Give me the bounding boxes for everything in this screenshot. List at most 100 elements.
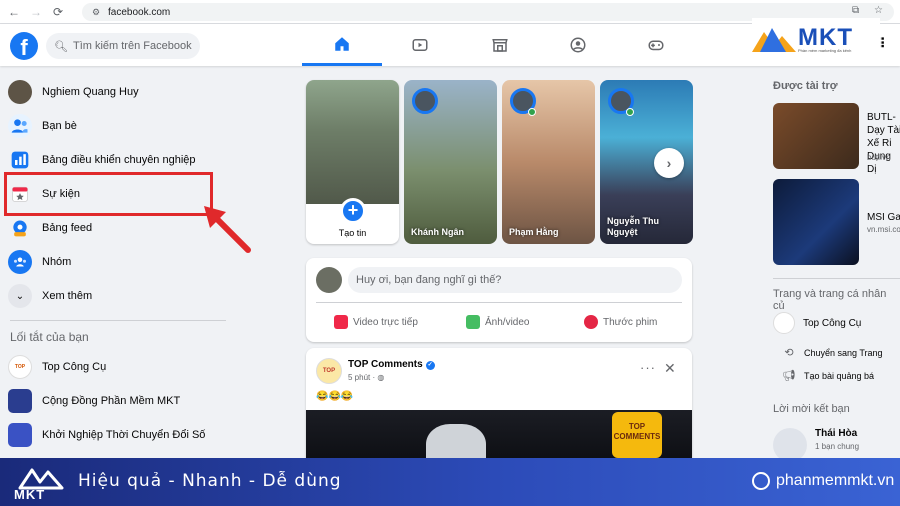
reload-icon[interactable]: ⟳ (50, 4, 66, 20)
post-author-text: TOP Comments (348, 359, 423, 370)
ad-thumbnail (773, 179, 859, 265)
composer-input[interactable]: Huy ơi, bạn đang nghĩ gì thế? (348, 267, 682, 293)
live-video-button[interactable]: Video trực tiếp (334, 312, 418, 332)
create-story-card[interactable]: + Tạo tin (306, 80, 399, 244)
photo-video-button[interactable]: Ảnh/video (466, 312, 529, 332)
post-text: 😂😂😂 (316, 391, 354, 402)
sidebar-item-feeds[interactable]: Bảng feed (8, 211, 92, 245)
pages-title: Trang và trang cá nhân củ (773, 288, 887, 312)
video-icon (412, 39, 428, 51)
megaphone-icon: 📢︎ (782, 370, 796, 382)
post-author-name[interactable]: TOP Comments ✓ (348, 359, 435, 370)
friend-requests-title: Lời mời kết bạn (773, 403, 850, 415)
close-icon[interactable]: ✕ (664, 360, 676, 377)
url-text: facebook.com (108, 6, 171, 18)
top-cong-cu-avatar: TOP (8, 355, 32, 379)
nav-watch-tab[interactable] (380, 24, 460, 66)
stories-tray: + Tạo tin Khánh Ngân Phạm Hằng Nguyễn Th… (306, 80, 693, 244)
ad-domain: vn.msi.com (867, 225, 900, 234)
post-time-text: 5 phút · (348, 373, 376, 382)
banner-logo-text: MKT (14, 487, 46, 502)
mkt-promo-banner: MKT Hiệu quả - Nhanh - Dễ dùng phanmemmk… (0, 458, 900, 506)
home-icon (335, 36, 349, 51)
shortcut-item[interactable]: Khởi Nghiệp Thời Chuyển Đổi Số (8, 418, 205, 452)
facebook-logo-icon[interactable]: f (10, 32, 38, 60)
mkt-logo-subtext: Phần mềm marketing đa kênh (798, 48, 852, 53)
sidebar-item-groups[interactable]: Nhóm (8, 245, 71, 279)
shortcut-item[interactable]: TOP Top Công Cụ (8, 350, 106, 384)
story-name: Khánh Ngân (411, 227, 464, 237)
shortcuts-title: Lối tắt của bạn (10, 330, 89, 344)
groups-icon (8, 250, 32, 274)
reels-label: Thước phim (603, 316, 658, 328)
chevron-right-icon: › (666, 155, 672, 171)
story-name: Phạm Hằng (509, 227, 559, 237)
marketplace-icon (492, 39, 508, 52)
shortcut-item[interactable]: Cộng Đồng Phần Mềm MKT (8, 384, 180, 418)
sponsored-ad[interactable]: MSI Ga vn.msi.com (773, 179, 900, 265)
mkt-logo-text: MKT (798, 24, 853, 51)
user-avatar (316, 267, 342, 293)
forward-icon[interactable]: → (28, 4, 44, 20)
sidebar-item-friends[interactable]: Bạn bè (8, 109, 77, 143)
friends-icon (8, 114, 32, 138)
create-promotion-button[interactable]: 📢︎ Tạo bài quảng bá (782, 369, 874, 383)
nav-groups-tab[interactable] (538, 24, 618, 66)
sidebar-item-see-more[interactable]: ⌄ Xem thêm (8, 279, 92, 313)
switch-page-button[interactable]: ⟲ Chuyển sang Trang (782, 346, 883, 360)
ad-domain: butl.vn (867, 153, 891, 162)
page-item[interactable]: Top Công Cụ (773, 312, 861, 334)
profile-avatar (8, 80, 32, 104)
right-divider (773, 278, 900, 279)
banner-website: phanmemmkt.vn (752, 472, 894, 490)
switch-page-label: Chuyển sang Trang (804, 348, 883, 358)
friend-request-name: Thái Hòa (815, 428, 858, 439)
story-card[interactable]: Phạm Hằng (502, 80, 595, 244)
ad-title: MSI Ga (867, 212, 900, 223)
nav-gaming-tab[interactable] (616, 24, 696, 66)
groups-icon (570, 37, 586, 53)
install-icon[interactable]: ⧉ (852, 5, 859, 16)
page-name: Top Công Cụ (803, 317, 862, 329)
more-options-icon[interactable]: ··· (640, 360, 656, 375)
nav-home-tab[interactable] (302, 24, 382, 66)
online-status-dot (528, 108, 536, 116)
bookmark-star-icon[interactable]: ☆ (874, 5, 883, 16)
photo-icon (466, 315, 480, 329)
globe-icon: ◍ (377, 373, 385, 382)
site-info-icon[interactable]: ⚙ (88, 7, 104, 18)
nav-marketplace-tab[interactable] (460, 24, 540, 66)
sponsored-ad[interactable]: BUTL- Dạy Tài Xế Ri Dụng Dị butl.vn (773, 103, 900, 175)
ad-title: BUTL- Dạy Tài Xế Ri Dụng Dị (867, 112, 900, 175)
events-highlight-box (4, 172, 213, 216)
back-icon[interactable]: ← (6, 4, 22, 20)
gaming-icon (648, 40, 664, 51)
shortcut-label: Cộng Đồng Phần Mềm MKT (42, 395, 181, 407)
post-author-avatar[interactable]: TOP (316, 358, 342, 384)
live-video-icon (334, 315, 348, 329)
post-time: 5 phút · ◍ (348, 373, 384, 382)
red-pointer-arrow (204, 206, 251, 253)
top-comments-badge: TOP COMMENTS (612, 412, 662, 458)
story-name: Nguyễn Thu Nguyệt (607, 216, 659, 237)
post-composer: Huy ơi, bạn đang nghĩ gì thế? Video trực… (306, 258, 692, 342)
reels-icon (584, 315, 598, 329)
story-card[interactable]: Khánh Ngân (404, 80, 497, 244)
sidebar-divider (10, 320, 226, 321)
stories-next-button[interactable]: › (654, 148, 684, 178)
online-status-dot (626, 108, 634, 116)
photo-video-label: Ảnh/video (485, 316, 530, 328)
switch-profile-icon: ⟲ (784, 347, 794, 359)
chevron-down-icon: ⌄ (8, 284, 32, 308)
shortcut-label: Khởi Nghiệp Thời Chuyển Đổi Số (42, 429, 206, 441)
feed-post: TOP TOP Comments ✓ 5 phút · ◍ ··· ✕ 😂😂😂 T… (306, 348, 692, 468)
dashboard-icon (8, 148, 32, 172)
search-input[interactable]: 🔍︎ Tìm kiếm trên Facebook (46, 33, 200, 59)
friend-request-item[interactable]: Thái Hòa 1 bạn chung (773, 428, 859, 462)
composer-divider (316, 302, 682, 303)
globe-icon (752, 472, 770, 490)
sidebar-item-label: Bảng feed (42, 222, 93, 234)
friend-request-info: Thái Hòa 1 bạn chung (815, 428, 859, 451)
sidebar-item-profile[interactable]: Nghiem Quang Huy (8, 75, 139, 109)
reels-button[interactable]: Thước phim (584, 312, 657, 332)
